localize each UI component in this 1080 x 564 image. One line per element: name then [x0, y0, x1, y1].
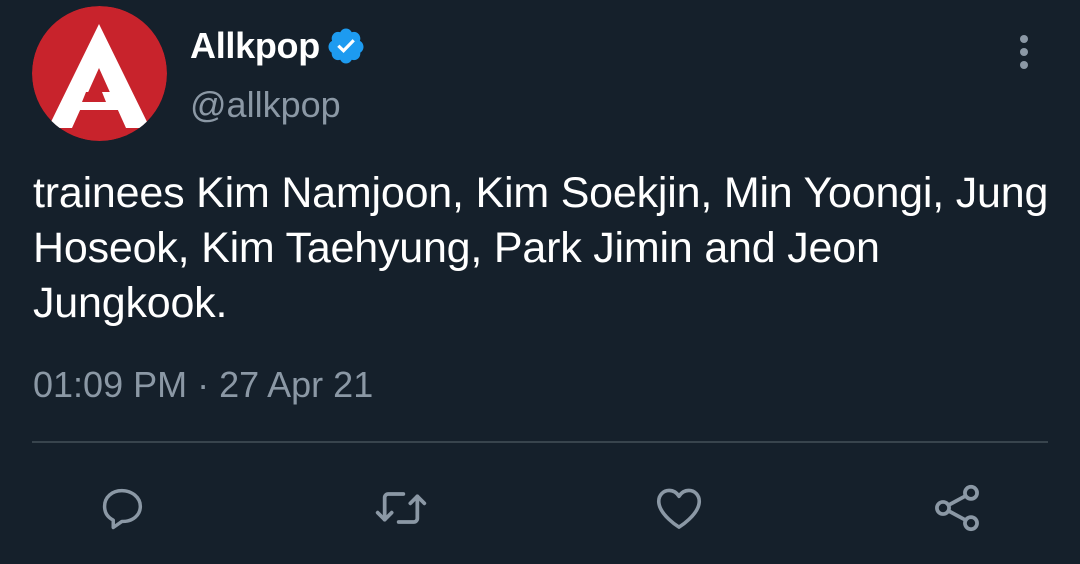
heart-icon [656, 488, 702, 529]
retweet-button[interactable] [371, 478, 431, 538]
tweet-text: trainees Kim Namjoon, Kim Soekjin, Min Y… [33, 169, 1049, 327]
verified-badge-icon [326, 26, 366, 66]
more-options-icon[interactable] [1008, 30, 1040, 74]
share-button[interactable] [927, 478, 987, 538]
author-name-row: Allkpop [190, 22, 366, 70]
tweet-timestamp: 01:09 PM · 27 Apr 21 [33, 364, 373, 406]
allkpop-logo-icon [32, 6, 167, 141]
retweet-icon [375, 492, 427, 524]
tweet-date[interactable]: 27 Apr 21 [219, 364, 373, 406]
tweet-actions [0, 478, 1080, 538]
like-button[interactable] [649, 478, 709, 538]
share-icon [935, 484, 979, 532]
reply-button[interactable] [93, 478, 153, 538]
comment-icon [102, 488, 143, 530]
divider [32, 441, 1048, 443]
avatar[interactable] [32, 6, 167, 141]
tweet-card: Allkpop @allkpop trainees Kim Namjoon, K… [0, 0, 1080, 564]
author-display-name[interactable]: Allkpop [190, 25, 320, 67]
author-handle[interactable]: @allkpop [190, 84, 341, 126]
tweet-time[interactable]: 01:09 PM [33, 364, 187, 406]
timestamp-separator: · [197, 364, 210, 405]
